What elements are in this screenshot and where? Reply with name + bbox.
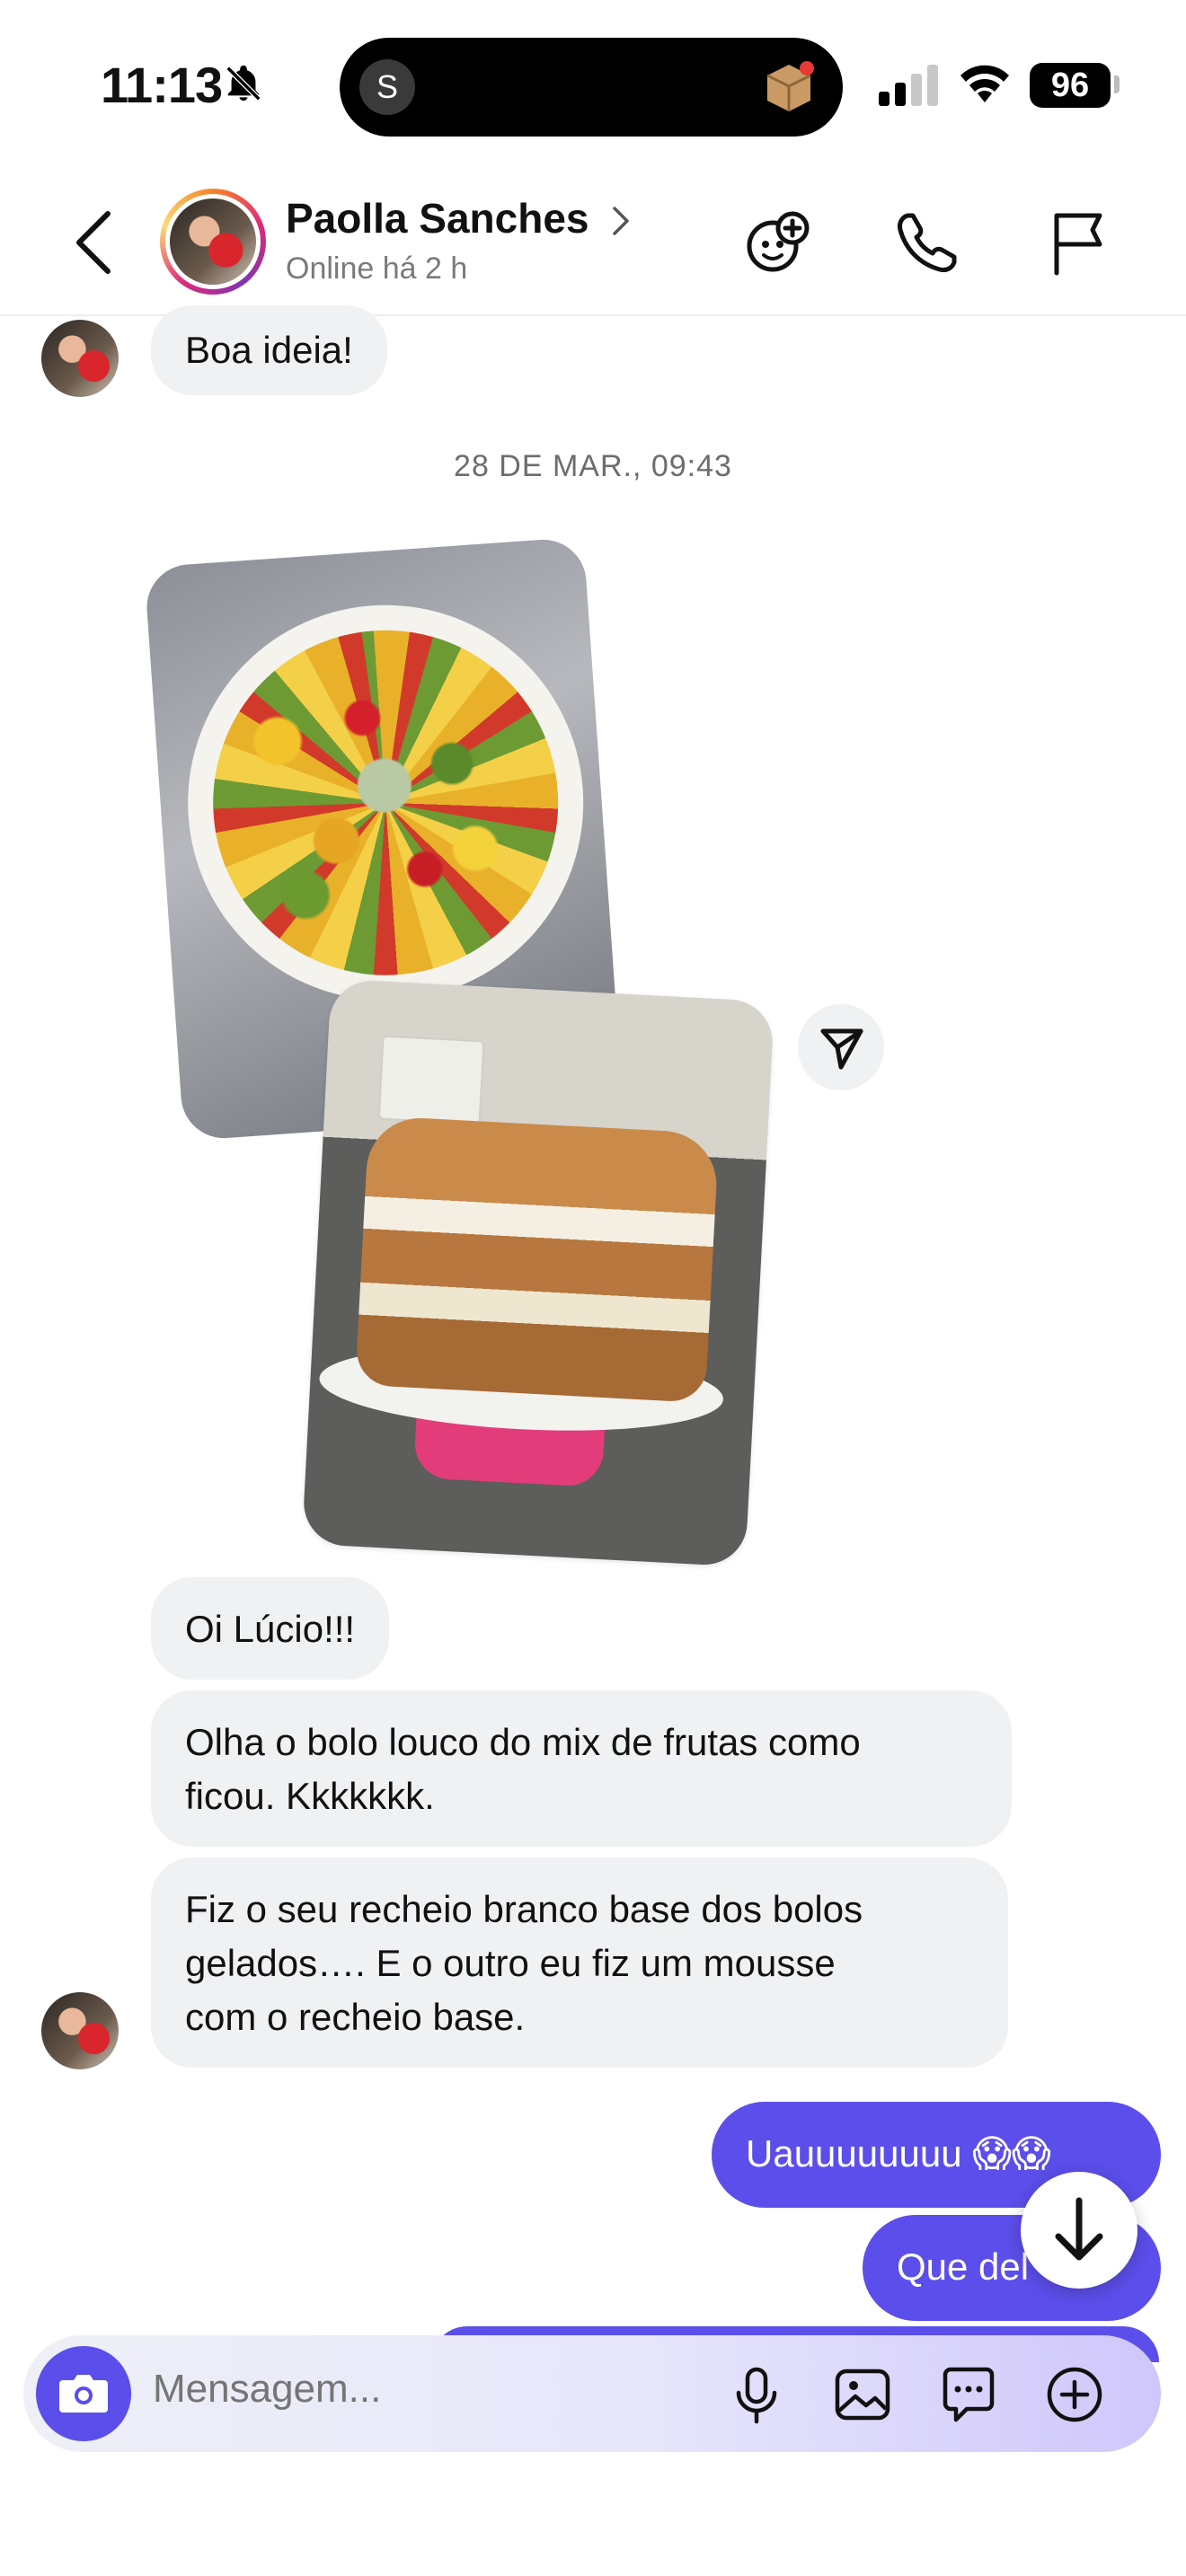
message-line: Olha o bolo louco do mix de frutas como bbox=[185, 1721, 861, 1763]
cellular-signal-icon bbox=[879, 65, 938, 106]
contact-name[interactable]: Paolla Sanches bbox=[286, 194, 589, 243]
sender-avatar[interactable] bbox=[41, 1992, 119, 2069]
chevron-right-icon[interactable] bbox=[609, 203, 633, 239]
chat-header: Paolla Sanches Online há 2 h bbox=[0, 171, 1186, 316]
photo-outlet bbox=[377, 1035, 485, 1125]
sender-avatar[interactable] bbox=[41, 320, 119, 397]
photo-cake bbox=[355, 1115, 720, 1403]
status-time: 11:13 bbox=[101, 57, 223, 113]
back-chevron-icon[interactable] bbox=[65, 207, 128, 278]
add-people-icon[interactable] bbox=[742, 207, 814, 278]
send-icon bbox=[820, 1028, 863, 1070]
plus-icon[interactable] bbox=[1042, 2362, 1107, 2427]
incoming-message[interactable]: Olha o bolo louco do mix de frutas como … bbox=[151, 1690, 1012, 1847]
message-line: gelados…. E o outro eu fiz um mousse bbox=[185, 1942, 836, 1984]
date-separator: 28 DE MAR., 09:43 bbox=[454, 449, 732, 483]
incoming-message[interactable]: Fiz o seu recheio branco base dos bolos … bbox=[151, 1857, 1008, 2068]
message-composer bbox=[23, 2335, 1161, 2452]
message-line: ficou. Kkkkkkk. bbox=[185, 1775, 435, 1817]
island-avatar: S bbox=[359, 59, 415, 115]
gallery-icon[interactable] bbox=[830, 2362, 895, 2427]
status-bar: 11:13 S 96 bbox=[0, 0, 1186, 171]
camera-icon bbox=[59, 2375, 108, 2413]
flag-icon[interactable] bbox=[1042, 207, 1114, 278]
phone-icon[interactable] bbox=[891, 207, 963, 278]
message-line: com o recheio base. bbox=[185, 1996, 526, 2038]
sticker-icon[interactable] bbox=[936, 2362, 1001, 2427]
battery-tip bbox=[1114, 75, 1120, 93]
contact-online-status: Online há 2 h bbox=[286, 251, 468, 286]
microphone-icon[interactable] bbox=[724, 2362, 789, 2427]
message-line: Fiz o seu recheio branco base dos bolos bbox=[185, 1888, 863, 1930]
incoming-message[interactable]: Boa ideia! bbox=[151, 305, 387, 395]
layered-cake-photo[interactable] bbox=[301, 978, 775, 1567]
wifi-icon bbox=[960, 65, 1009, 102]
dynamic-island[interactable]: S bbox=[340, 38, 843, 137]
contact-avatar[interactable] bbox=[160, 189, 266, 295]
share-button[interactable] bbox=[798, 1004, 884, 1090]
package-icon bbox=[766, 61, 814, 111]
scroll-to-bottom-button[interactable] bbox=[1021, 2172, 1137, 2289]
bell-slash-icon bbox=[226, 65, 261, 101]
battery-icon: 96 bbox=[1030, 63, 1111, 108]
contact-avatar-photo bbox=[170, 198, 256, 285]
camera-button[interactable] bbox=[36, 2346, 131, 2441]
incoming-message[interactable]: Oi Lúcio!!! bbox=[151, 1577, 390, 1680]
arrow-down-icon bbox=[1055, 2197, 1103, 2261]
message-input[interactable] bbox=[151, 2366, 658, 2413]
